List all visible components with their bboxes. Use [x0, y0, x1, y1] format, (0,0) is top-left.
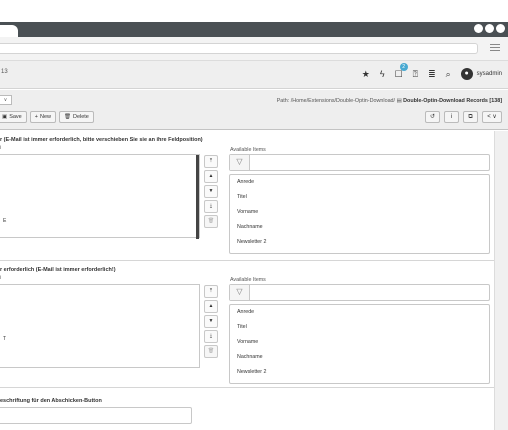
section-divider	[0, 387, 494, 388]
list-item[interactable]: Nachname	[230, 220, 489, 235]
list-scrollbar[interactable]	[196, 155, 199, 239]
open-documents-icon[interactable]: ☐ 2	[395, 63, 408, 81]
browser-titlebar	[0, 22, 508, 37]
language-select[interactable]: ∨	[0, 95, 12, 105]
save-button[interactable]: ▣ Save	[0, 111, 27, 123]
search-icon[interactable]: ⌕	[446, 67, 451, 81]
section-divider	[0, 260, 494, 261]
move-up-icon[interactable]: ▲	[204, 170, 218, 183]
move-bottom-icon[interactable]: ⤓	[204, 330, 218, 343]
new-button[interactable]: + New	[29, 111, 56, 123]
info-icon[interactable]: i	[444, 111, 459, 123]
delete-button[interactable]: 🗑 Delete	[58, 111, 94, 123]
help-icon[interactable]: ⍰	[413, 67, 418, 81]
window-minimize-button[interactable]	[474, 24, 483, 33]
available-items-list: Anrede Titel Vorname Nachname Newsletter…	[229, 174, 490, 254]
window-close-button[interactable]	[496, 24, 505, 33]
save-icon: ▣	[2, 114, 8, 120]
notification-badge: 2	[399, 63, 408, 71]
remove-item-icon[interactable]: 🗑	[204, 215, 218, 228]
list-item[interactable]: Anrede	[230, 175, 489, 190]
browser-tab[interactable]	[0, 25, 18, 37]
plus-icon: +	[34, 114, 38, 120]
flash-clear-cache-icon[interactable]: ϟ	[380, 67, 385, 81]
breadcrumb: Path: /Home/Extensions/Double-Optin-Down…	[277, 98, 502, 104]
breadcrumb-path: Path: /Home/Extensions/Double-Optin-Down…	[276, 98, 396, 104]
page: 13 ★ ϟ ☐ 2 ⍰ ≣ ⌕ ● sysadmin ∨ Path: /Home…	[0, 0, 508, 430]
selected-item[interactable]: T	[3, 336, 6, 342]
available-items-list: Anrede Titel Vorname Nachname Newsletter…	[229, 304, 490, 384]
field-label: r (E-Mail ist immer erforderlich, bitte …	[0, 137, 203, 143]
available-items-label: Available Items	[230, 277, 266, 283]
record-icon: ▤	[396, 98, 402, 104]
selected-item[interactable]: E	[3, 218, 6, 224]
selected-items-list[interactable]: E	[0, 154, 200, 239]
field-sublabel: i	[0, 145, 2, 151]
history-icon[interactable]: ↺	[425, 111, 440, 123]
system-info-icon[interactable]: ≣	[428, 67, 436, 81]
selected-items-list[interactable]: T	[0, 284, 200, 368]
doc-header-right-buttons: ↺ i ⧉ < ∨	[425, 111, 502, 123]
bookmark-star-icon[interactable]: ★	[362, 67, 370, 81]
field-sublabel: i	[0, 275, 2, 281]
user-avatar-icon[interactable]: ●	[460, 68, 473, 80]
field-label: eschriftung für den Abschicken-Button	[0, 398, 102, 404]
move-up-icon[interactable]: ▲	[204, 300, 218, 313]
move-down-icon[interactable]: ▼	[204, 185, 218, 198]
content-scrollbar[interactable]	[494, 131, 508, 430]
filter-icon: ▽	[230, 155, 250, 170]
filter-icon: ▽	[230, 285, 250, 300]
list-controls: ⤒ ▲ ▼ ⤓ 🗑	[204, 155, 218, 230]
doc-header: ∨ Path: /Home/Extensions/Double-Optin-Do…	[0, 90, 508, 130]
share-dropdown-icon[interactable]: < ∨	[482, 111, 502, 123]
available-items-filter[interactable]: ▽	[229, 284, 490, 301]
field-label: r erforderlich (E-Mail ist immer erforde…	[0, 267, 116, 273]
list-item[interactable]: Anrede	[230, 305, 489, 320]
version-label: 13	[1, 69, 8, 75]
available-items-label: Available Items	[230, 147, 266, 153]
list-item[interactable]: Vorname	[230, 335, 489, 350]
address-bar[interactable]	[0, 43, 478, 54]
list-item[interactable]: Newsletter 2	[230, 365, 489, 380]
list-item[interactable]: Nachname	[230, 350, 489, 365]
window-maximize-button[interactable]	[485, 24, 494, 33]
topbar-toolbar: ★ ϟ ☐ 2 ⍰ ≣ ⌕ ● sysadmin	[362, 63, 502, 81]
submit-label-input[interactable]	[0, 407, 192, 424]
breadcrumb-current: Double-Optin-Download Records [138]	[403, 98, 502, 104]
list-item[interactable]: Vorname	[230, 205, 489, 220]
backend-topbar: 13 ★ ϟ ☐ 2 ⍰ ≣ ⌕ ● sysadmin	[0, 61, 508, 89]
move-top-icon[interactable]: ⤒	[204, 285, 218, 298]
browser-toolbar	[0, 37, 508, 61]
move-top-icon[interactable]: ⤒	[204, 155, 218, 168]
move-down-icon[interactable]: ▼	[204, 315, 218, 328]
remove-item-icon[interactable]: 🗑	[204, 345, 218, 358]
available-items-filter[interactable]: ▽	[229, 154, 490, 171]
main-content: r (E-Mail ist immer erforderlich, bitte …	[0, 131, 494, 430]
list-item[interactable]: Newsletter 2	[230, 235, 489, 250]
open-new-window-icon[interactable]: ⧉	[463, 111, 478, 123]
username[interactable]: sysadmin	[477, 71, 502, 77]
hamburger-icon[interactable]	[490, 44, 500, 52]
window-controls	[474, 24, 505, 33]
list-controls: ⤒ ▲ ▼ ⤓ 🗑	[204, 285, 218, 360]
list-item[interactable]: Titel	[230, 320, 489, 335]
action-buttons: ▣ Save + New 🗑 Delete	[0, 111, 94, 123]
list-item[interactable]: Titel	[230, 190, 489, 205]
move-bottom-icon[interactable]: ⤓	[204, 200, 218, 213]
trash-icon: 🗑	[63, 114, 71, 120]
